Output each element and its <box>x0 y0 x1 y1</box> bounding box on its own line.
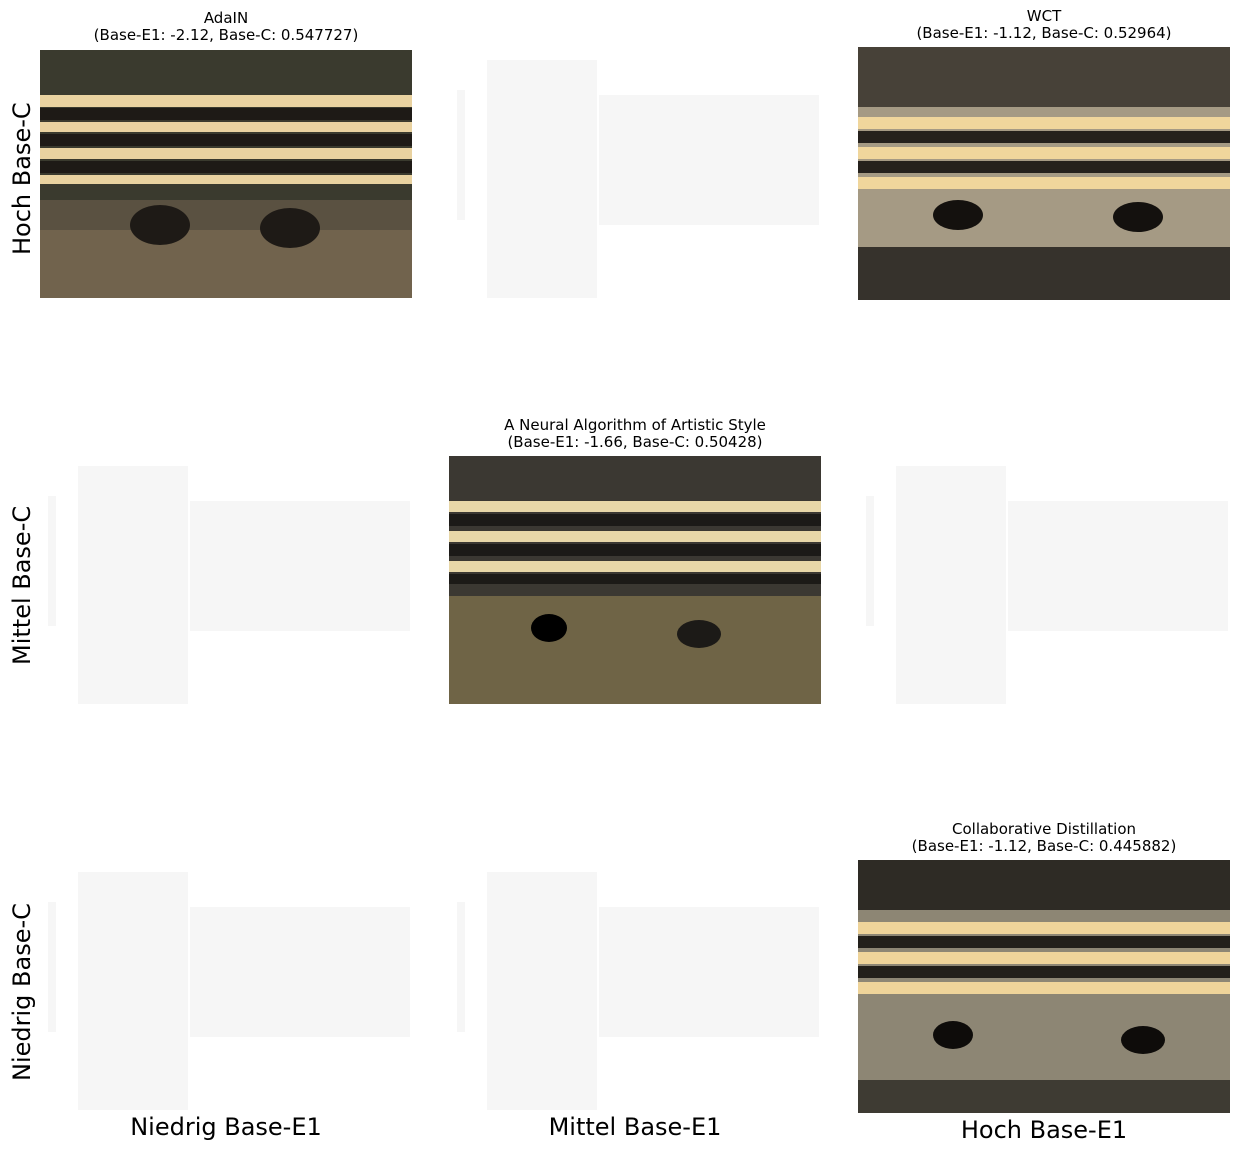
empty-cell-bottom-left <box>40 862 412 1112</box>
row-label-high: Hoch Base-C <box>8 102 36 255</box>
row-label-low: Niedrig Base-C <box>8 903 36 1081</box>
title-cd: Collaborative Distillation (Base-E1: -1.… <box>911 820 1177 855</box>
row-label-mid: Mittel Base-C <box>8 505 36 665</box>
col-label-high: Hoch Base-E1 <box>960 1116 1128 1144</box>
empty-cell-top-middle <box>449 50 821 300</box>
gatys-image <box>449 456 821 704</box>
adain-image <box>40 50 412 298</box>
col-label-low: Niedrig Base-E1 <box>130 1113 322 1141</box>
empty-cell-middle-left <box>40 456 412 706</box>
title-gatys: A Neural Algorithm of Artistic Style (Ba… <box>504 416 766 451</box>
cd-image <box>858 860 1230 1113</box>
empty-cell-bottom-middle <box>449 862 821 1112</box>
wct-image <box>858 47 1230 300</box>
title-adain: AdaIN (Base-E1: -2.12, Base-C: 0.547727) <box>93 9 359 44</box>
title-wct: WCT (Base-E1: -1.12, Base-C: 0.52964) <box>916 7 1172 42</box>
empty-cell-middle-right <box>858 456 1230 706</box>
col-label-mid: Mittel Base-E1 <box>548 1113 722 1141</box>
